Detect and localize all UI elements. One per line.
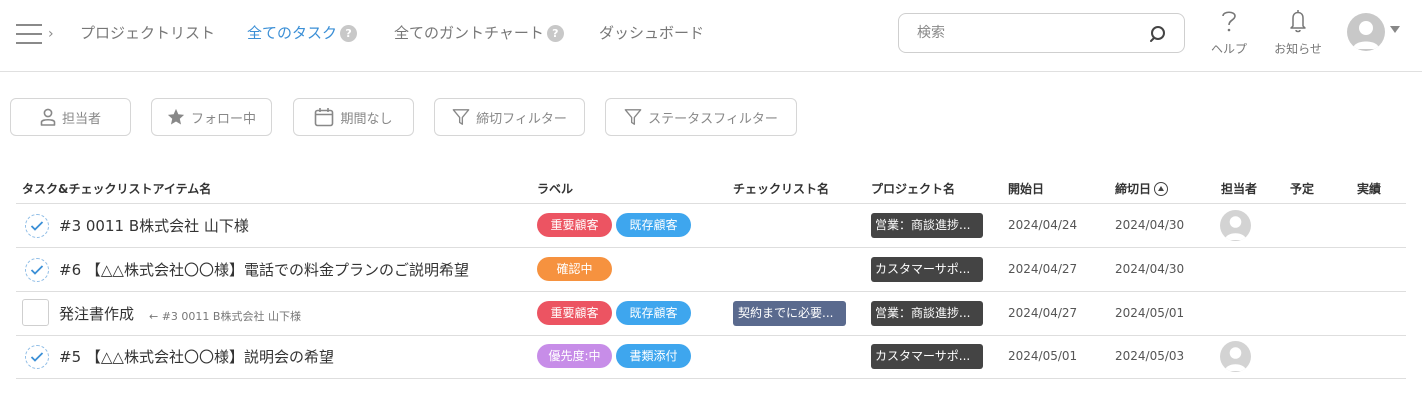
label-badge: 既存顧客 [616,213,691,237]
search-box [898,13,1185,53]
checklist-item-name[interactable]: 発注書作成 [59,303,134,324]
column-header-actual[interactable]: 実績 [1357,180,1381,197]
checklist-badge[interactable]: 契約までに必要... [733,301,846,326]
nav-all-gantt-charts-label: 全てのガントチャート [394,24,544,42]
column-header-start[interactable]: 開始日 [1008,180,1044,197]
column-header-label[interactable]: ラベル [537,180,573,197]
star-icon [167,108,185,125]
table-divider [16,335,1406,336]
user-icon [1225,216,1246,240]
notifications-button[interactable]: お知らせ [1270,8,1326,57]
label-badge: 重要顧客 [537,213,612,237]
chevron-right-icon: › [48,26,54,42]
column-header-deadline[interactable]: 締切日 [1115,180,1169,197]
nav-dashboard[interactable]: ダッシュボード [599,22,704,44]
no-period-filter-button[interactable]: 期間なし [293,98,414,136]
table-divider [16,291,1406,292]
user-menu[interactable] [1347,13,1403,53]
column-header-planned[interactable]: 予定 [1290,180,1314,197]
complete-toggle[interactable] [25,214,49,238]
caret-down-icon [1390,26,1400,33]
nav-all-tasks-label: 全てのタスク [247,24,338,42]
hamburger-icon-bar [16,33,42,35]
following-filter-label: フォロー中 [190,111,256,127]
avatar [1347,13,1385,51]
table-divider [16,247,1406,248]
help-icon[interactable]: ? [340,25,358,42]
status-filter-label: ステータスフィルター [648,111,778,127]
label-badge: 書類添付 [616,344,691,368]
column-header-assignee[interactable]: 担当者 [1221,180,1257,197]
no-period-filter-label: 期間なし [340,111,393,127]
search-icon[interactable] [1148,24,1168,44]
nav-all-tasks[interactable]: 全てのタスク? [247,22,358,44]
start-date: 2024/04/27 [1008,262,1078,276]
nav-all-gantt-charts[interactable]: 全てのガントチャート? [394,22,564,44]
task-name[interactable]: #6 【△△株式会社〇〇様】電話での料金プランのご説明希望 [59,259,469,280]
deadline-date: 2024/04/30 [1115,262,1185,276]
project-badge[interactable]: カスタマーサポ... [871,257,983,282]
deadline-filter-button[interactable]: 締切フィルター [434,98,585,136]
nav-dashboard-label: ダッシュボード [599,24,705,42]
deadline-date: 2024/04/30 [1115,218,1185,232]
parent-task-link[interactable]: ← #3 0011 B株式会社 山下様 [149,308,301,324]
filter-icon [452,109,470,125]
sort-ascending-icon[interactable] [1154,182,1169,196]
task-name[interactable]: #5 【△△株式会社〇〇様】説明会の希望 [59,346,334,367]
assignee-avatar[interactable] [1220,341,1251,372]
search-input[interactable] [917,23,1137,43]
label-badge: 既存顧客 [616,301,691,325]
deadline-date: 2024/05/01 [1115,306,1185,320]
help-button[interactable]: ヘルプ [1204,8,1254,57]
complete-checkbox[interactable] [22,299,49,326]
following-filter-button[interactable]: フォロー中 [151,98,272,136]
table-divider [16,378,1406,379]
start-date: 2024/04/24 [1008,218,1078,232]
menu-toggle-button[interactable]: › [16,22,60,46]
project-badge[interactable]: カスタマーサポ... [871,344,983,369]
person-icon [40,108,56,126]
project-badge[interactable]: 営業：商談進捗... [871,301,983,326]
check-icon [30,352,44,362]
assignee-filter-label: 担当者 [61,111,101,127]
label-badge: 重要顧客 [537,301,612,325]
column-header-checklist[interactable]: チェックリスト名 [733,180,829,197]
check-icon [30,265,44,275]
check-icon [30,221,44,231]
user-icon [1225,347,1246,371]
hamburger-icon [16,24,42,26]
nav-project-list-label: プロジェクトリスト [80,24,216,42]
question-icon [1222,11,1236,32]
assignee-avatar[interactable] [1220,210,1251,241]
nav-project-list[interactable]: プロジェクトリスト [80,22,215,44]
filter-icon [624,109,642,125]
deadline-filter-label: 締切フィルター [476,111,567,127]
column-header-project[interactable]: プロジェクト名 [871,180,955,197]
notifications-button-label: お知らせ [1274,42,1322,56]
deadline-date: 2024/05/03 [1115,349,1185,363]
complete-toggle[interactable] [25,345,49,369]
label-badge: 優先度:中 [537,344,612,368]
assignee-filter-button[interactable]: 担当者 [10,98,131,136]
help-button-label: ヘルプ [1210,42,1247,56]
user-icon [1353,21,1379,49]
top-header: › プロジェクトリスト 全てのタスク? 全てのガントチャート? ダッシュボード … [0,0,1422,72]
start-date: 2024/05/01 [1008,349,1078,363]
bell-icon [1290,10,1306,33]
status-filter-button[interactable]: ステータスフィルター [605,98,797,136]
column-header-task[interactable]: タスク&チェックリストアイテム名 [22,180,211,197]
hamburger-icon-bar [16,42,42,44]
table-divider [16,203,1406,204]
calendar-icon [315,108,334,127]
complete-toggle[interactable] [25,258,49,282]
help-icon[interactable]: ? [546,25,564,42]
label-badge: 確認中 [537,257,612,281]
project-badge[interactable]: 営業：商談進捗... [871,213,983,238]
start-date: 2024/04/27 [1008,306,1078,320]
task-name[interactable]: #3 0011 B株式会社 山下様 [59,215,249,236]
column-header-deadline-label: 締切日 [1115,182,1152,196]
